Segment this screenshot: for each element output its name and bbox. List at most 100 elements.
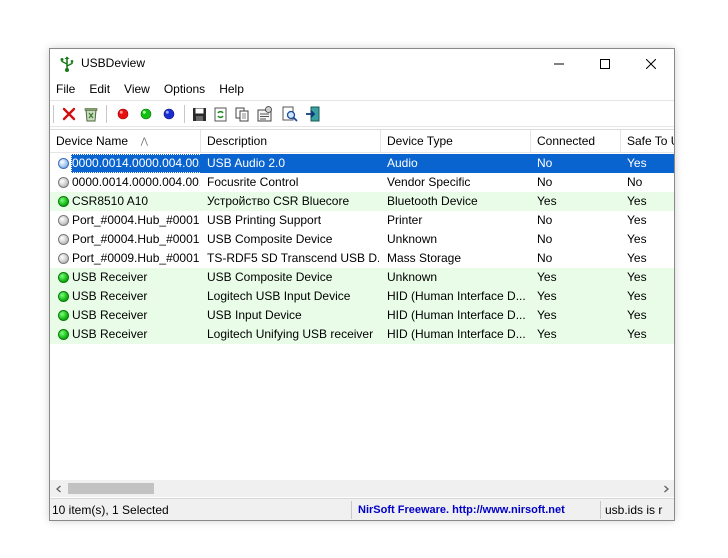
- menu-view[interactable]: View: [117, 79, 157, 99]
- table-row[interactable]: USB Receiver USB Composite Device Unknown Y…: [50, 268, 674, 287]
- cell-device-name: Port_#0004.Hub_#0001: [50, 230, 200, 249]
- cell-description: Logitech USB Input Device: [207, 289, 351, 303]
- cell-safe-to-unplug: Yes: [627, 289, 647, 303]
- refresh-icon[interactable]: [211, 105, 229, 123]
- menu-bar: File Edit View Options Help: [50, 79, 674, 99]
- column-header-safe-to-unplug[interactable]: Safe To U: [621, 130, 674, 153]
- cell-description: USB Printing Support: [207, 213, 322, 227]
- cell-description: USB Audio 2.0: [207, 156, 286, 170]
- cell-connected: Yes: [537, 270, 557, 284]
- status-dot-icon: [58, 234, 69, 245]
- status-dot-icon: [58, 196, 69, 207]
- table-row[interactable]: Port_#0009.Hub_#0001 TS-RDF5 SD Transcend…: [50, 249, 674, 268]
- cell-safe-to-unplug: Yes: [627, 213, 647, 227]
- green-dot-icon[interactable]: [137, 105, 155, 123]
- uninstall-icon[interactable]: [82, 105, 100, 123]
- list-header: Device Name ⋀ Description Device Type Co…: [50, 130, 674, 153]
- nirsoft-link[interactable]: NirSoft Freeware. http://www.nirsoft.net: [356, 499, 600, 521]
- scrollbar-thumb[interactable]: [68, 483, 154, 494]
- column-header-device-name[interactable]: Device Name ⋀: [50, 130, 201, 153]
- title-bar[interactable]: USBDeview: [50, 49, 674, 79]
- horizontal-scrollbar[interactable]: [50, 480, 674, 497]
- status-usbids: usb.ids is r: [605, 503, 663, 517]
- status-divider: [351, 501, 352, 519]
- status-divider: [600, 501, 601, 519]
- table-row[interactable]: Port_#0004.Hub_#0001 USB Printing Support…: [50, 211, 674, 230]
- cell-device-name: 0000.0014.0000.004.00...: [50, 154, 200, 173]
- usb-app-icon: [58, 55, 76, 73]
- scroll-right-arrow-icon[interactable]: [657, 480, 674, 497]
- cell-device-type: Unknown: [387, 232, 438, 246]
- status-item-count: 10 item(s), 1 Selected: [52, 503, 169, 517]
- cell-device-name: USB Receiver: [50, 287, 200, 306]
- cell-safe-to-unplug: Yes: [627, 270, 647, 284]
- cell-description: Focusrite Control: [207, 175, 299, 189]
- minimize-button[interactable]: [536, 49, 582, 79]
- cell-connected: No: [537, 251, 553, 265]
- maximize-button[interactable]: [582, 49, 628, 79]
- cell-connected: Yes: [537, 289, 557, 303]
- cell-device-name: USB Receiver: [50, 268, 200, 287]
- cell-description: USB Composite Device: [207, 232, 333, 246]
- scroll-left-arrow-icon[interactable]: [50, 480, 67, 497]
- status-dot-icon: [58, 215, 69, 226]
- cell-connected: No: [537, 213, 553, 227]
- cell-device-name: Port_#0009.Hub_#0001: [50, 249, 200, 268]
- cell-description: Устройство CSR Bluecore: [207, 194, 350, 208]
- cell-safe-to-unplug: Yes: [627, 194, 647, 208]
- status-dot-icon: [58, 253, 69, 264]
- copy-icon[interactable]: [233, 105, 251, 123]
- status-bar: 10 item(s), 1 Selected NirSoft Freeware.…: [50, 498, 674, 520]
- table-row[interactable]: USB Receiver Logitech Unifying USB receiv…: [50, 325, 674, 344]
- cell-device-type: Mass Storage: [387, 251, 462, 265]
- cell-device-type: Audio: [387, 156, 418, 170]
- menu-file[interactable]: File: [50, 79, 82, 99]
- cell-connected: Yes: [537, 308, 557, 322]
- cell-device-type: HID (Human Interface D...: [387, 308, 526, 322]
- close-button[interactable]: [628, 49, 674, 79]
- column-header-device-type[interactable]: Device Type: [381, 130, 531, 153]
- window-title: USBDeview: [81, 56, 146, 70]
- exit-icon[interactable]: [304, 105, 322, 123]
- table-row[interactable]: USB Receiver USB Input Device HID (Human I…: [50, 306, 674, 325]
- cell-connected: Yes: [537, 194, 557, 208]
- status-dot-icon: [58, 310, 69, 321]
- toolbar: [50, 100, 674, 127]
- device-list[interactable]: Device Name ⋀ Description Device Type Co…: [50, 129, 674, 481]
- table-row[interactable]: USB Receiver Logitech USB Input Device HID…: [50, 287, 674, 306]
- disconnect-icon[interactable]: [60, 105, 78, 123]
- menu-options[interactable]: Options: [157, 79, 212, 99]
- cell-description: USB Composite Device: [207, 270, 333, 284]
- cell-device-type: HID (Human Interface D...: [387, 327, 526, 341]
- column-header-connected[interactable]: Connected: [531, 130, 621, 153]
- cell-connected: Yes: [537, 327, 557, 341]
- cell-device-name: CSR8510 A10: [50, 192, 200, 211]
- toolbar-grip[interactable]: [53, 105, 55, 123]
- cell-description: Logitech Unifying USB receiver: [207, 327, 374, 341]
- cell-device-name: USB Receiver: [50, 325, 200, 344]
- column-header-description[interactable]: Description: [201, 130, 381, 153]
- menu-edit[interactable]: Edit: [82, 79, 117, 99]
- cell-device-name: Port_#0004.Hub_#0001: [50, 211, 200, 230]
- cell-device-name: 0000.0014.0000.004.00...: [50, 173, 200, 192]
- cell-description: USB Input Device: [207, 308, 302, 322]
- cell-connected: No: [537, 232, 553, 246]
- cell-safe-to-unplug: Yes: [627, 308, 647, 322]
- table-row[interactable]: CSR8510 A10 Устройство CSR Bluecore Blueto…: [50, 192, 674, 211]
- table-row[interactable]: 0000.0014.0000.004.00... Focusrite Contro…: [50, 173, 674, 192]
- status-dot-icon: [58, 291, 69, 302]
- table-row[interactable]: 0000.0014.0000.004.00... USB Audio 2.0 Aud…: [50, 154, 674, 173]
- cell-safe-to-unplug: Yes: [627, 156, 647, 170]
- cell-device-type: Printer: [387, 213, 423, 227]
- save-icon[interactable]: [190, 105, 208, 123]
- properties-icon[interactable]: [256, 105, 274, 123]
- cell-safe-to-unplug: Yes: [627, 232, 647, 246]
- find-icon[interactable]: [281, 105, 299, 123]
- table-row[interactable]: Port_#0004.Hub_#0001 USB Composite Device…: [50, 230, 674, 249]
- menu-help[interactable]: Help: [212, 79, 251, 99]
- usbdeview-window: USBDeview File Edit View Options Help De…: [49, 48, 675, 521]
- cell-description: TS-RDF5 SD Transcend USB D...: [207, 251, 379, 265]
- blue-dot-icon[interactable]: [160, 105, 178, 123]
- red-dot-icon[interactable]: [114, 105, 132, 123]
- cell-device-type: Unknown: [387, 270, 438, 284]
